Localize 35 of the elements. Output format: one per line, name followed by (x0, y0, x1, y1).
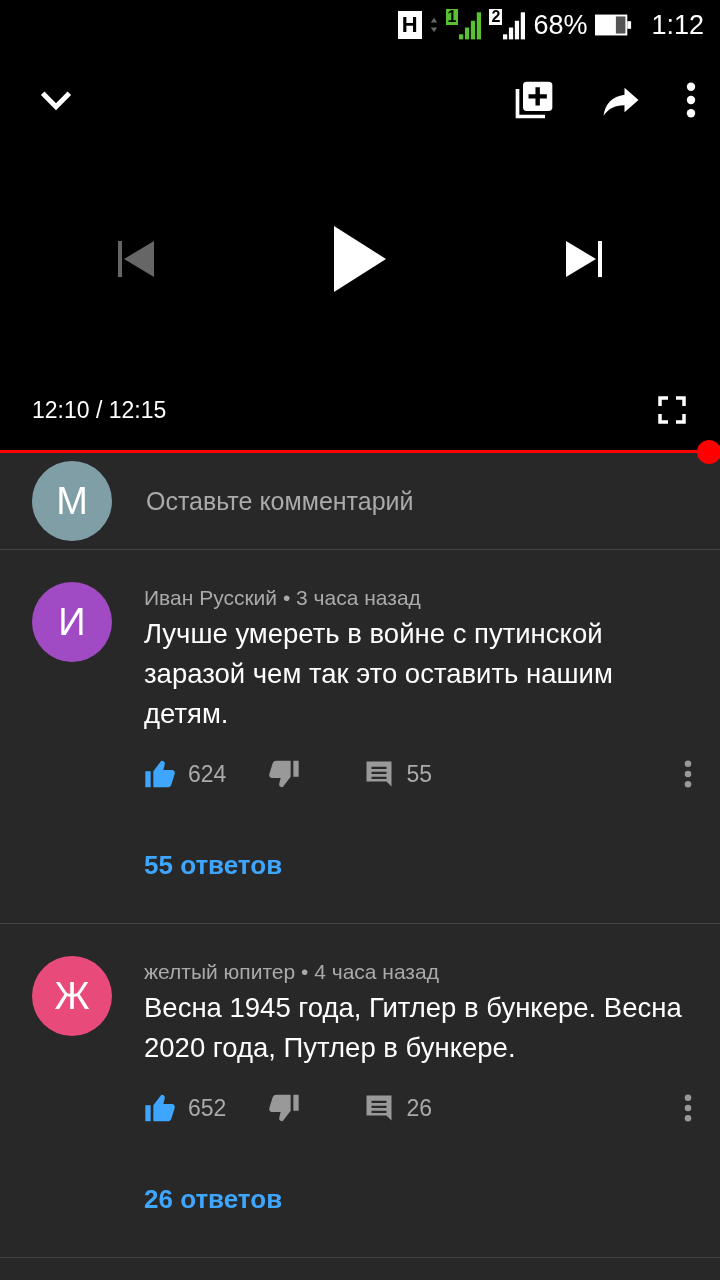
comment-field[interactable]: Оставьте комментарий (144, 485, 720, 517)
reply-count: 55 (406, 760, 432, 788)
signal-icon (459, 9, 482, 41)
comment-meta: желтый юпитер • 4 часа назад (144, 960, 440, 984)
data-arrows-icon (429, 16, 438, 34)
reply-icon[interactable] (364, 1093, 395, 1123)
reply-count: 26 (406, 1094, 432, 1122)
avatar: Ж (32, 956, 112, 1036)
battery-percent: 68% (533, 9, 588, 41)
replies-link[interactable]: 55 ответов (144, 850, 283, 881)
comment-text: Весна 1945 года, Гитлер в бункере. Весна 2020 года, Путлер в бункере. (144, 991, 683, 1065)
like-icon[interactable] (144, 1092, 176, 1124)
reply-icon[interactable] (364, 759, 395, 789)
network-type: H (397, 11, 422, 39)
play-icon[interactable] (334, 226, 386, 292)
video-time: 12:10 / 12:15 (32, 396, 167, 424)
replies-link[interactable]: 26 ответов (144, 1184, 283, 1215)
like-icon[interactable] (144, 758, 176, 790)
clock: 1:12 (651, 9, 704, 41)
dislike-icon[interactable] (268, 1092, 301, 1124)
dislike-icon[interactable] (268, 758, 301, 790)
signal-icon (503, 9, 526, 41)
previous-icon[interactable] (116, 239, 156, 279)
like-count: 624 (188, 760, 227, 788)
sim-label: 1 (445, 9, 459, 25)
avatar: И (32, 582, 112, 662)
avatar: М (32, 461, 112, 541)
battery-icon (595, 14, 634, 36)
next-icon[interactable] (564, 239, 604, 279)
sim-label: 2 (489, 9, 503, 25)
more-icon[interactable] (686, 82, 696, 118)
comment-meta: Иван Русский • 3 часа назад (144, 586, 422, 610)
like-count: 652 (188, 1094, 227, 1122)
fullscreen-icon[interactable] (658, 396, 686, 424)
comment-text: Лучше умереть в войне с путинской заразой чем так это оставить нашим детям. (144, 617, 614, 731)
